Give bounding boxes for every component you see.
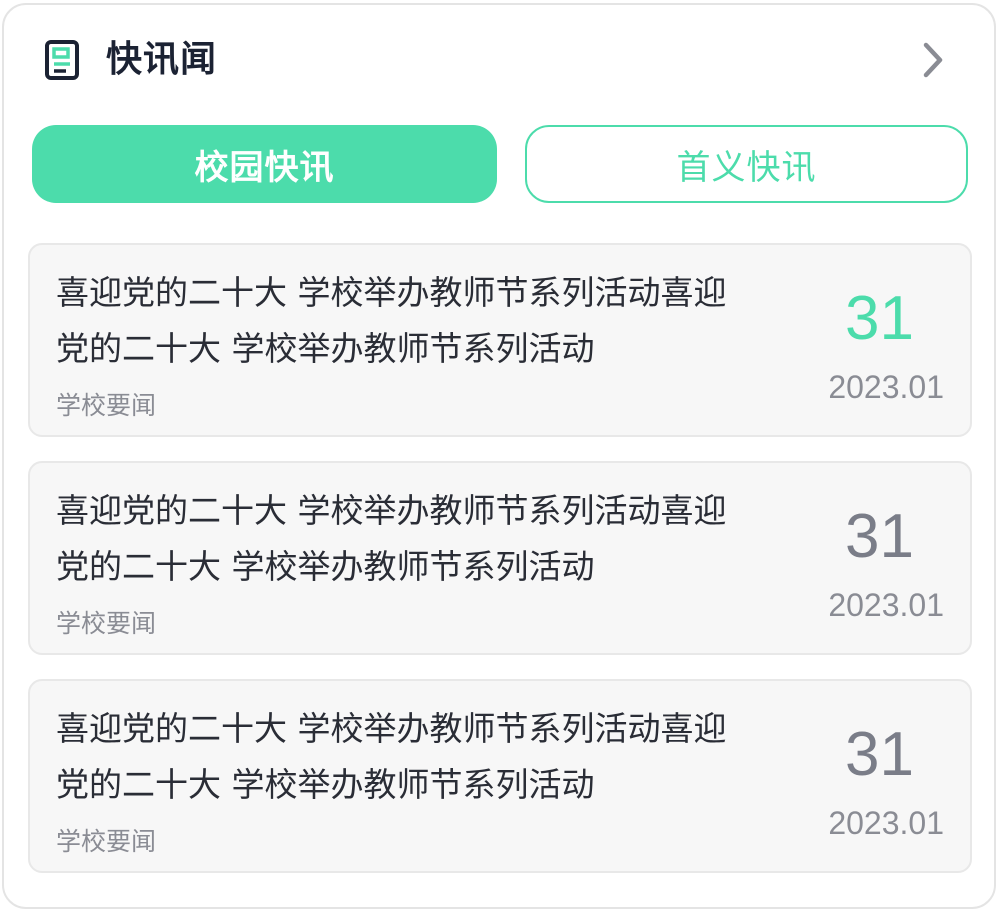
news-title: 喜迎党的二十大 学校举办教师节系列活动喜迎党的二十大 学校举办教师节系列活动 bbox=[56, 273, 727, 368]
news-date-day: 31 bbox=[845, 720, 914, 789]
news-date-month: 2023.01 bbox=[828, 805, 944, 841]
news-date-month: 2023.01 bbox=[828, 369, 944, 405]
news-item[interactable]: 喜迎党的二十大 学校举办教师节系列活动喜迎党的二十大 学校举办教师节系列活动 学… bbox=[28, 243, 972, 437]
news-category-tag: 学校要闻 bbox=[56, 391, 157, 420]
news-date-day: 31 bbox=[845, 284, 914, 353]
news-date-day: 31 bbox=[845, 502, 914, 571]
news-title: 喜迎党的二十大 学校举办教师节系列活动喜迎党的二十大 学校举办教师节系列活动 bbox=[56, 491, 727, 586]
tab-shouyi-news[interactable]: 首义快讯 bbox=[525, 125, 968, 203]
page-title: 快讯闻 bbox=[106, 39, 218, 80]
tab-label: 校园快讯 bbox=[194, 147, 335, 188]
tab-label: 首义快讯 bbox=[676, 147, 817, 188]
news-document-icon bbox=[44, 40, 80, 80]
chevron-right-icon[interactable] bbox=[918, 40, 948, 80]
news-item[interactable]: 喜迎党的二十大 学校举办教师节系列活动喜迎党的二十大 学校举办教师节系列活动 学… bbox=[28, 679, 972, 873]
card-header: 快讯闻 bbox=[0, 0, 1000, 120]
news-title: 喜迎党的二十大 学校举办教师节系列活动喜迎党的二十大 学校举办教师节系列活动 bbox=[56, 709, 727, 804]
news-category-tag: 学校要闻 bbox=[56, 609, 157, 638]
tab-campus-news[interactable]: 校园快讯 bbox=[32, 125, 497, 203]
news-category-tag: 学校要闻 bbox=[56, 827, 157, 856]
news-date-month: 2023.01 bbox=[828, 587, 944, 623]
news-item[interactable]: 喜迎党的二十大 学校举办教师节系列活动喜迎党的二十大 学校举办教师节系列活动 学… bbox=[28, 461, 972, 655]
